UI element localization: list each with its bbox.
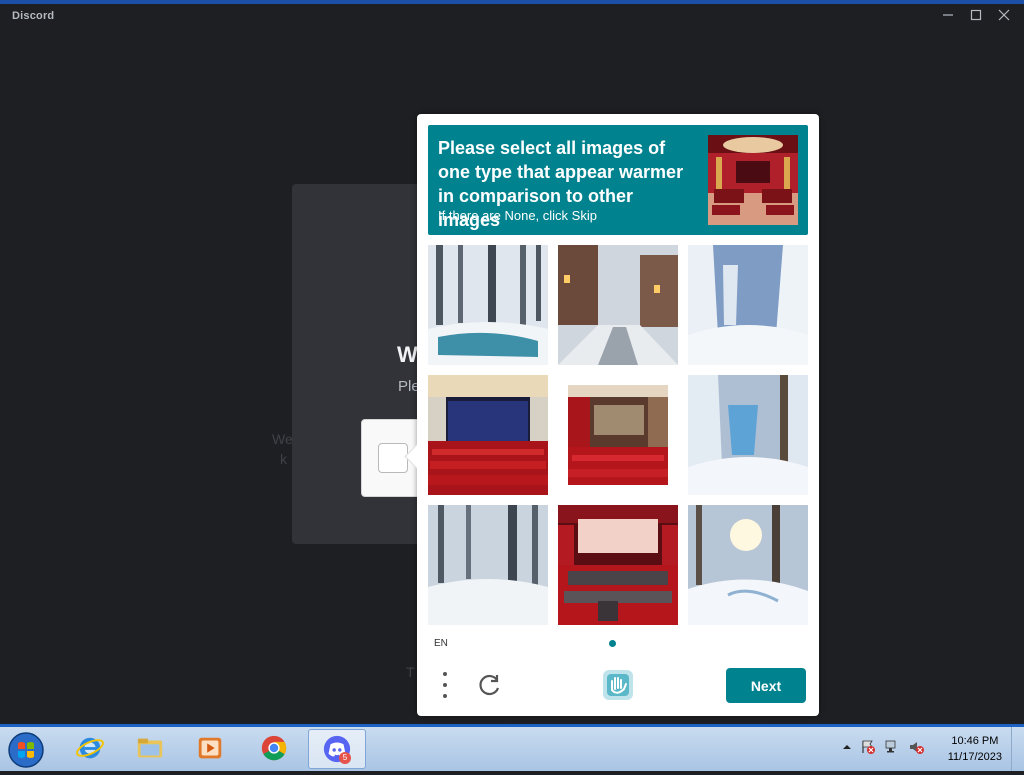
volume-muted-icon[interactable]	[908, 739, 924, 755]
hcaptcha-challenge: Please select all images of one type tha…	[404, 114, 819, 716]
hcaptcha-checkbox[interactable]	[378, 443, 408, 473]
system-tray	[842, 739, 924, 755]
challenge-image[interactable]	[428, 375, 548, 495]
window-controls	[934, 4, 1018, 26]
language-selector[interactable]: EN	[434, 638, 448, 649]
taskbar-file-explorer[interactable]	[122, 729, 178, 767]
refresh-icon	[479, 674, 500, 696]
taskbar-chrome[interactable]	[246, 729, 302, 767]
system-clock[interactable]: 10:46 PM 11/17/2023	[948, 733, 1002, 765]
login-footer-text: T	[406, 664, 415, 680]
action-center-flag-icon[interactable]	[860, 739, 876, 755]
login-faded-line: k	[280, 451, 287, 467]
notification-badge: 5	[339, 752, 351, 764]
tray-expand-icon[interactable]	[842, 742, 852, 752]
media-player-icon	[198, 737, 222, 759]
challenge-image[interactable]	[428, 505, 548, 625]
clock-date: 11/17/2023	[947, 751, 1002, 763]
challenge-image[interactable]	[428, 245, 548, 365]
login-heading: W	[397, 342, 418, 367]
windows-logo-icon	[8, 732, 44, 768]
challenge-image[interactable]	[688, 505, 808, 625]
close-icon	[998, 9, 1010, 21]
hcaptcha-hand-icon	[603, 670, 633, 700]
challenge-image[interactable]	[558, 245, 678, 365]
close-button[interactable]	[990, 4, 1018, 26]
challenge-image[interactable]	[688, 245, 808, 365]
network-icon[interactable]	[884, 739, 900, 755]
clock-time: 10:46 PM	[951, 735, 999, 747]
dot	[443, 694, 447, 698]
dot	[443, 672, 447, 676]
taskbar-media-player[interactable]	[182, 729, 238, 767]
prompt-hint: If there are None, click Skip	[438, 208, 597, 223]
next-button[interactable]: Next	[726, 668, 806, 703]
refresh-button[interactable]	[477, 672, 503, 698]
challenge-image[interactable]	[558, 505, 678, 625]
challenge-prompt: Please select all images of one type tha…	[428, 125, 808, 235]
top-accent-strip	[0, 0, 1024, 4]
chrome-icon	[261, 735, 287, 761]
maximize-icon	[970, 9, 982, 21]
show-desktop-button[interactable]	[1011, 727, 1024, 771]
minimize-button[interactable]	[934, 4, 962, 26]
menu-button[interactable]	[438, 672, 452, 698]
minimize-icon	[943, 14, 953, 16]
taskbar-internet-explorer[interactable]	[62, 729, 118, 767]
folder-icon	[137, 738, 163, 758]
maximize-button[interactable]	[962, 4, 990, 26]
hcaptcha-logo[interactable]	[601, 668, 635, 702]
challenge-image[interactable]	[688, 375, 808, 495]
login-faded-line: We	[272, 431, 293, 447]
taskbar: 5 10:46 PM 11/17/2023	[0, 724, 1024, 771]
page-indicator	[609, 640, 616, 647]
example-image	[708, 135, 798, 225]
challenge-image[interactable]	[568, 385, 668, 485]
dot	[443, 683, 447, 687]
start-button[interactable]	[6, 730, 46, 770]
login-faded-text: We k	[272, 429, 332, 469]
app-title: Discord	[12, 10, 55, 22]
taskbar-discord[interactable]: 5	[308, 729, 366, 769]
internet-explorer-icon	[76, 737, 104, 759]
